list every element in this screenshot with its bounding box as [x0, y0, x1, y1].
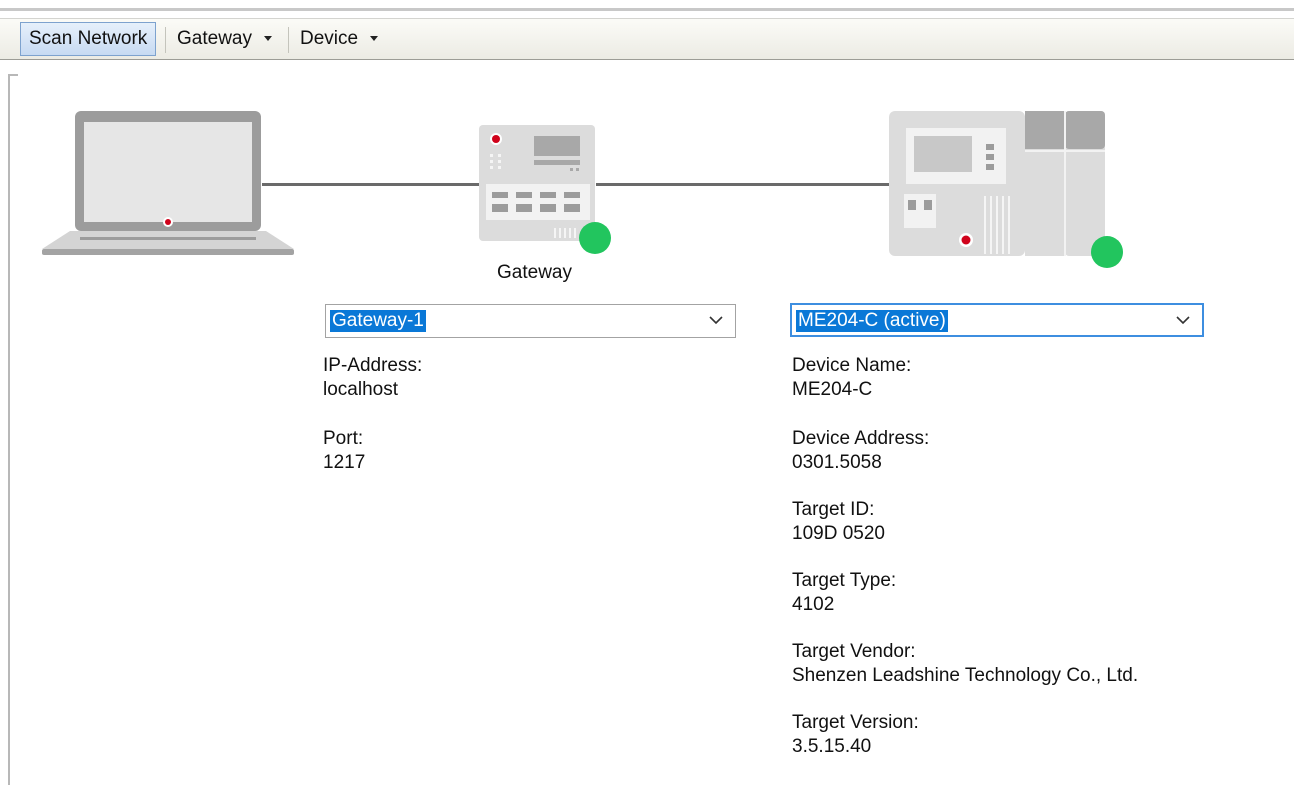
field-label: Port: [323, 428, 364, 449]
plc-device-icon [889, 111, 1105, 256]
field-label: Device Address: [792, 428, 930, 449]
gateway-menu-label: Gateway [177, 28, 252, 49]
panel-left-border-tick [8, 74, 18, 76]
toolbar: Scan Network Gateway Device [0, 18, 1294, 60]
gateway-menu-button[interactable]: Gateway [169, 22, 280, 56]
field-value: ME204-C [792, 379, 873, 400]
field-value: 0301.5058 [792, 452, 882, 473]
device-menu-label: Device [300, 28, 359, 49]
device-status-indicator [1091, 236, 1123, 268]
field-value: localhost [323, 379, 398, 400]
field-label: Target Type: [792, 570, 897, 591]
field-value: 3.5.15.40 [792, 736, 872, 757]
device-name-field: Device Name: ME204-C [792, 354, 911, 402]
device-address-field: Device Address: 0301.5058 [792, 427, 929, 475]
gateway-caption: Gateway [497, 262, 572, 283]
laptop-icon [42, 111, 294, 255]
device-menu-button[interactable]: Device [292, 22, 386, 56]
chevron-down-icon [370, 36, 379, 42]
field-label: Target Version: [792, 712, 919, 733]
target-version-field: Target Version: 3.5.15.40 [792, 711, 919, 759]
gateway-device-connection [596, 183, 892, 186]
field-label: Target Vendor: [792, 641, 916, 662]
port-field: Port: 1217 [323, 427, 365, 475]
chevron-down-icon [709, 316, 723, 325]
target-id-field: Target ID: 109D 0520 [792, 498, 885, 546]
gateway-status-indicator [579, 222, 611, 254]
target-vendor-field: Target Vendor: Shenzen Leadshine Technol… [792, 640, 1138, 688]
ip-address-field: IP-Address: localhost [323, 354, 422, 402]
field-label: Device Name: [792, 355, 912, 376]
gateway-select[interactable]: Gateway-1 [325, 304, 736, 338]
gateway-select-value: Gateway-1 [330, 310, 426, 332]
device-select-value: ME204-C (active) [796, 310, 948, 332]
toolbar-separator [165, 27, 166, 53]
field-value: Shenzen Leadshine Technology Co., Ltd. [792, 665, 1139, 686]
chevron-down-icon [1176, 316, 1190, 325]
field-value: 1217 [323, 452, 366, 473]
device-select[interactable]: ME204-C (active) [790, 303, 1204, 337]
scan-network-button[interactable]: Scan Network [20, 22, 157, 56]
gateway-device-icon [479, 125, 595, 241]
target-type-field: Target Type: 4102 [792, 569, 896, 617]
field-label: Target ID: [792, 499, 875, 520]
chevron-down-icon [263, 36, 272, 42]
toolbar-separator [288, 27, 289, 53]
field-value: 4102 [792, 594, 835, 615]
field-value: 109D 0520 [792, 523, 885, 544]
window-top-border [0, 8, 1294, 11]
panel-left-border [8, 74, 10, 785]
field-label: IP-Address: [323, 355, 423, 376]
